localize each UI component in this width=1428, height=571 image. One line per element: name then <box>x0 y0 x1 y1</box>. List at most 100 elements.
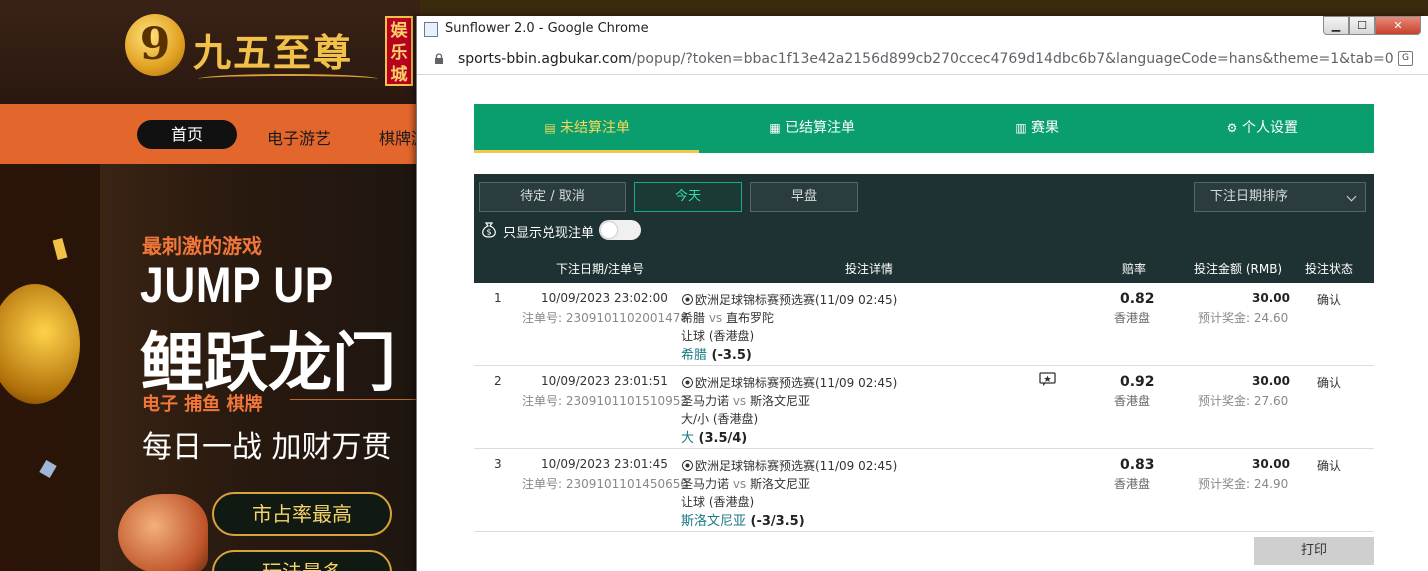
odds-type: 香港盘 <box>1114 394 1151 408</box>
selection-line: (-3/3.5) <box>746 514 805 529</box>
site-logo-text[interactable]: 九五至尊 <box>193 22 353 77</box>
bet-time: 10/09/2023 23:01:45 <box>541 457 668 471</box>
url-host: sports-bbin.agbukar.com <box>458 51 632 67</box>
scoreboard-icon: ▥ <box>1015 121 1027 135</box>
bet-tabs: ▤ 未结算注单 ▦ 已结算注单 ▥ 赛果 ⚙ 个人设置 <box>474 104 1374 153</box>
teams: 圣马力诺 vs 斯洛文尼亚 <box>681 392 810 409</box>
window-titlebar[interactable]: Sunflower 2.0 - Google Chrome ▁ ☐ ✕ <box>417 16 1428 43</box>
odds-value: 0.92 <box>1120 374 1155 390</box>
home-team: 希腊 <box>681 311 706 325</box>
odds-type: 香港盘 <box>1114 311 1151 325</box>
win-value: 24.90 <box>1253 477 1289 491</box>
address-bar[interactable]: sports-bbin.agbukar.com/popup/?token=bba… <box>417 43 1428 75</box>
league-name: 欧洲足球锦标赛预选赛(11/09 02:45) <box>695 459 898 473</box>
league: 欧洲足球锦标赛预选赛(11/09 02:45) <box>682 457 897 474</box>
header-stake: 投注金额 (RMB) <box>1194 262 1283 276</box>
selection-line: (-3.5) <box>707 348 752 363</box>
tab-label: 已结算注单 <box>785 120 855 136</box>
stake-amount: 30.00 <box>1252 291 1290 305</box>
site-logo-mark[interactable]: 9 <box>125 14 185 76</box>
win-prefix: 预计奖金: <box>1198 311 1254 325</box>
filter-pending-cancel-button[interactable]: 待定 / 取消 <box>479 182 626 212</box>
tab-label: 个人设置 <box>1242 120 1298 136</box>
lock-icon[interactable] <box>434 53 444 64</box>
bet-time: 10/09/2023 23:01:51 <box>541 374 668 388</box>
league: 欧洲足球锦标赛预选赛(11/09 02:45) <box>682 374 897 391</box>
chevron-down-icon <box>1346 191 1357 202</box>
win-value: 27.60 <box>1253 394 1289 408</box>
nav-home[interactable]: 首页 <box>137 120 237 149</box>
vs-separator: vs <box>729 394 750 408</box>
gear-icon: ⚙ <box>1226 121 1238 135</box>
sort-select[interactable]: 下注日期排序 <box>1194 182 1366 212</box>
stake-amount: 30.00 <box>1252 457 1290 471</box>
tab-settings[interactable]: ⚙ 个人设置 <box>1149 104 1374 153</box>
window-title: Sunflower 2.0 - Google Chrome <box>445 21 649 36</box>
teams: 希腊 vs 直布罗陀 <box>681 309 774 326</box>
bet-status: 确认 <box>1317 376 1342 390</box>
banner-slogan: 每日一战 加财万贯 <box>142 430 392 465</box>
soccer-ball-icon <box>682 377 693 388</box>
row-index: 1 <box>494 291 502 305</box>
maximize-button[interactable]: ☐ <box>1349 16 1375 35</box>
tab-settled-bets[interactable]: ▦ 已结算注单 <box>699 104 924 153</box>
away-team: 斯洛文尼亚 <box>750 477 811 491</box>
win-prefix: 预计奖金: <box>1198 394 1254 408</box>
live-chat-icon[interactable] <box>1039 372 1059 386</box>
table-row[interactable]: 1 10/09/2023 23:02:00 注单号: 2309101102001… <box>474 283 1374 366</box>
row-index: 2 <box>494 374 502 388</box>
tab-results[interactable]: ▥ 赛果 <box>924 104 1149 153</box>
row-index: 3 <box>494 457 502 471</box>
ticket-number: 注单号: 2309101101450650 <box>522 475 688 492</box>
soccer-ball-icon <box>682 294 693 305</box>
close-button[interactable]: ✕ <box>1375 16 1421 35</box>
sort-select-value: 下注日期排序 <box>1210 189 1289 204</box>
win-value: 24.60 <box>1253 311 1289 325</box>
gold-coin-graphic <box>0 284 80 404</box>
home-team: 圣马力诺 <box>681 477 730 491</box>
cashout-only-label: 只显示兑现注单 <box>503 226 595 241</box>
league-name: 欧洲足球锦标赛预选赛(11/09 02:45) <box>695 293 898 307</box>
logo-ornament <box>198 74 378 84</box>
selection: 大 (3.5/4) <box>681 427 747 446</box>
teams: 圣马力诺 vs 斯洛文尼亚 <box>681 475 810 492</box>
clipboard-icon: ▦ <box>769 121 781 135</box>
league-name: 欧洲足球锦标赛预选赛(11/09 02:45) <box>695 376 898 390</box>
header-status: 投注状态 <box>1305 262 1354 276</box>
svg-text:$: $ <box>486 228 491 237</box>
odds-type: 香港盘 <box>1114 477 1151 491</box>
filter-today-button[interactable]: 今天 <box>634 182 742 212</box>
tab-unsettled-bets[interactable]: ▤ 未结算注单 <box>474 104 699 153</box>
away-team: 斯洛文尼亚 <box>750 394 811 408</box>
table-row[interactable]: 3 10/09/2023 23:01:45 注单号: 2309101101450… <box>474 449 1374 532</box>
minimize-button[interactable]: ▁ <box>1323 16 1349 35</box>
url-text[interactable]: sports-bbin.agbukar.com/popup/?token=bba… <box>458 51 1394 67</box>
win-prefix: 预计奖金: <box>1198 477 1254 491</box>
page-content: ▤ 未结算注单 ▦ 已结算注单 ▥ 赛果 ⚙ 个人设置 待定 / 取消 今天 早盘 下注… <box>417 75 1428 571</box>
banner-divider <box>290 399 420 400</box>
selection: 斯洛文尼亚 (-3/3.5) <box>681 510 805 529</box>
nav-electronic-games[interactable]: 电子游艺 <box>267 125 331 149</box>
bet-status: 确认 <box>1317 459 1342 473</box>
ticket-prefix: 注单号: <box>522 394 566 408</box>
banner-pill-market-share[interactable]: 市占率最高 <box>212 492 392 536</box>
filter-early-button[interactable]: 早盘 <box>750 182 858 212</box>
tab-label: 赛果 <box>1031 120 1059 136</box>
banner-pill-most-games[interactable]: 玩法最多 <box>212 550 392 571</box>
away-team: 直布罗陀 <box>726 311 775 325</box>
cashout-only-toggle[interactable] <box>599 220 641 240</box>
print-button[interactable]: 打印 <box>1254 537 1374 565</box>
bet-time: 10/09/2023 23:02:00 <box>541 291 668 305</box>
table-row[interactable]: 2 10/09/2023 23:01:51 注单号: 2309101101510… <box>474 366 1374 449</box>
soccer-ball-icon <box>682 460 693 471</box>
translate-icon[interactable]: G <box>1398 51 1413 66</box>
odds-value: 0.82 <box>1120 291 1155 307</box>
document-icon: ▤ <box>544 121 556 135</box>
ticket-value: 2309101102001478 <box>565 311 689 325</box>
ticket-number: 注单号: 2309101102001478 <box>522 309 688 326</box>
bet-status: 确认 <box>1317 293 1342 307</box>
selection: 希腊 (-3.5) <box>681 344 752 363</box>
koi-fish-graphic <box>118 494 208 571</box>
selection-line: (3.5/4) <box>694 431 748 446</box>
banner-categories: 电子 捕鱼 棋牌 <box>142 394 263 415</box>
